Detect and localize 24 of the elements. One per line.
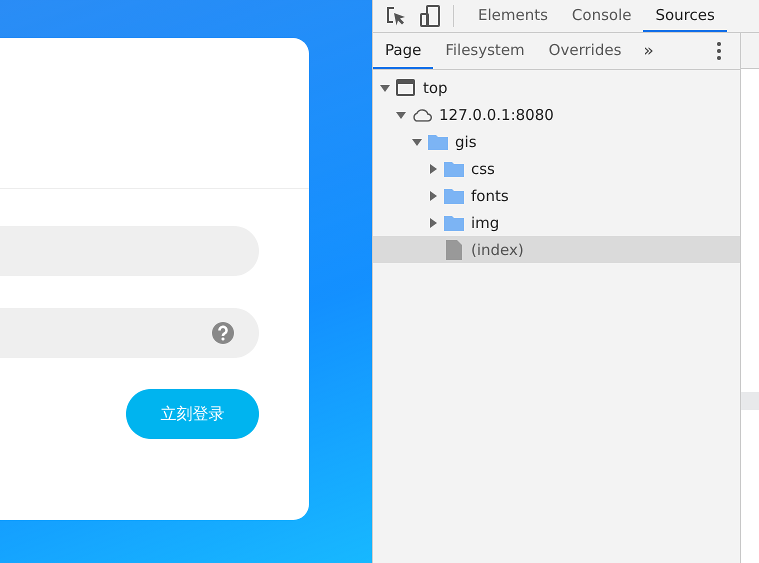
panel-tab[interactable]: Console xyxy=(560,0,644,32)
help-icon[interactable] xyxy=(212,322,234,344)
tree-item[interactable]: gis xyxy=(373,128,740,155)
collapsed-arrow-icon[interactable] xyxy=(427,190,439,202)
tree-item[interactable]: css xyxy=(373,155,740,182)
navigator-tab[interactable]: Overrides xyxy=(536,33,634,69)
tree-item[interactable]: img xyxy=(373,209,740,236)
more-tabs-button[interactable]: » xyxy=(633,33,664,69)
inspect-icon[interactable] xyxy=(385,5,407,27)
tree-item[interactable]: (index) xyxy=(373,236,740,263)
collapsed-arrow-icon[interactable] xyxy=(427,162,439,174)
tree-item[interactable]: fonts xyxy=(373,182,740,209)
file-icon xyxy=(443,240,465,260)
tree-item[interactable]: 127.0.0.1:8080 xyxy=(373,101,740,128)
input-field[interactable] xyxy=(0,308,259,358)
navigator-tab[interactable]: Page xyxy=(373,33,434,69)
navigator-tab[interactable]: Filesystem xyxy=(433,33,537,69)
tree-item[interactable]: top xyxy=(373,74,740,101)
panel-tab[interactable]: Elements xyxy=(466,0,560,32)
collapsed-arrow-icon[interactable] xyxy=(427,216,439,228)
device-icon[interactable] xyxy=(419,5,441,27)
window-icon xyxy=(395,78,417,98)
panel-tab[interactable]: Sources xyxy=(643,0,727,32)
more-options-icon[interactable] xyxy=(716,41,722,61)
